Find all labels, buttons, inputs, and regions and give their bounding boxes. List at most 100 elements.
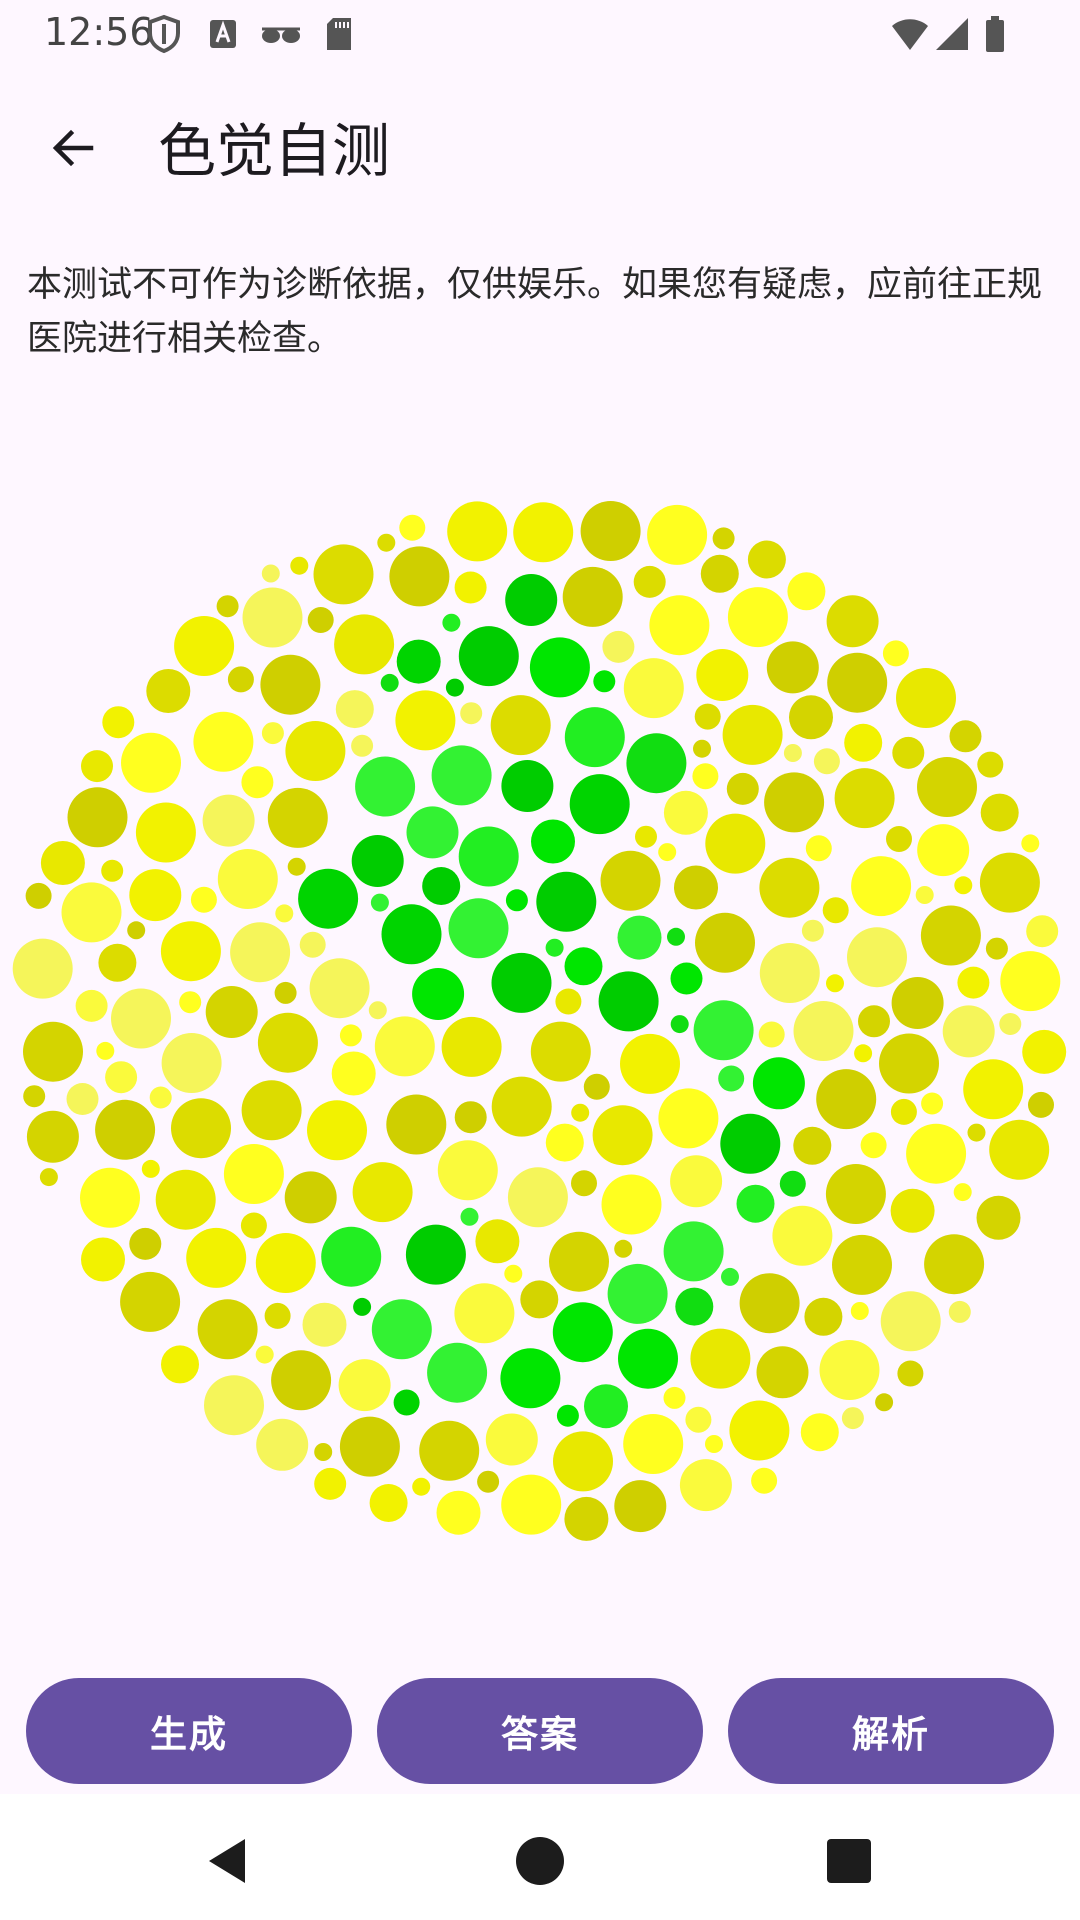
- plate-figure-dot: [607, 1263, 668, 1324]
- plate-background-dot: [351, 734, 374, 757]
- plate-background-dot: [696, 649, 749, 701]
- plate-background-dot: [602, 630, 635, 663]
- plate-background-dot: [436, 1490, 481, 1535]
- plate-background-dot: [674, 865, 718, 910]
- plate-background-dot: [816, 1069, 877, 1130]
- plate-figure-dot: [431, 745, 492, 806]
- plate-figure-dot: [393, 1389, 420, 1416]
- plate-background-dot: [264, 1302, 291, 1329]
- plate-background-dot: [369, 1484, 408, 1522]
- plate-background-dot: [890, 1188, 935, 1233]
- plate-figure-dot: [370, 893, 389, 912]
- plate-background-dot: [545, 1123, 584, 1162]
- plate-background-dot: [729, 1400, 790, 1461]
- plate-background-dot: [161, 1345, 199, 1384]
- plate-background-dot: [475, 1219, 520, 1264]
- plate-background-dot: [460, 702, 483, 725]
- plate-figure-dot: [552, 1302, 613, 1363]
- plate-background-dot: [860, 1132, 887, 1159]
- plate-background-dot: [985, 937, 1008, 960]
- explain-button[interactable]: 解析: [728, 1678, 1054, 1784]
- plate-background-dot: [826, 974, 844, 993]
- recents-square-icon: [827, 1839, 871, 1883]
- plate-background-dot: [614, 1239, 633, 1258]
- plate-background-dot: [121, 732, 181, 793]
- plate-background-dot: [614, 1480, 667, 1533]
- plate-figure-dot: [531, 819, 575, 864]
- plate-background-dot: [822, 897, 849, 924]
- nav-back-button[interactable]: [184, 1816, 274, 1906]
- plate-background-dot: [891, 977, 944, 1029]
- plate-background-dot: [81, 750, 113, 783]
- plate-background-dot: [240, 1212, 267, 1239]
- plate-background-dot: [513, 502, 574, 563]
- plate-background-dot: [747, 540, 786, 579]
- plate-background-dot: [979, 852, 1040, 913]
- plate-background-dot: [285, 721, 346, 781]
- plate-background-dot: [26, 1110, 79, 1163]
- plate-background-dot: [592, 1105, 653, 1166]
- plate-background-dot: [39, 1168, 58, 1187]
- plate-background-dot: [146, 669, 191, 713]
- plate-background-dot: [261, 722, 284, 745]
- plate-figure-dot: [598, 971, 659, 1032]
- plate-background-dot: [989, 1119, 1050, 1180]
- generate-button[interactable]: 生成: [26, 1678, 352, 1784]
- plate-background-dot: [980, 793, 1019, 832]
- plate-figure-dot: [458, 626, 519, 687]
- plate-background-dot: [890, 1098, 917, 1125]
- plate-background-dot: [66, 1083, 99, 1115]
- plate-figure-dot: [529, 637, 590, 698]
- plate-background-dot: [549, 1231, 609, 1292]
- plate-figure-dot: [569, 774, 630, 835]
- plate-background-dot: [67, 787, 128, 848]
- plate-background-dot: [832, 1234, 892, 1295]
- plate-background-dot: [953, 1183, 972, 1202]
- answer-button[interactable]: 答案: [377, 1678, 703, 1784]
- plate-background-dot: [879, 1033, 939, 1094]
- plate-figure-dot: [505, 574, 558, 626]
- plate-background-dot: [764, 772, 825, 833]
- plate-background-dot: [826, 595, 879, 648]
- plate-background-dot: [260, 654, 321, 715]
- plate-background-dot: [690, 1328, 751, 1389]
- plate-background-dot: [227, 666, 254, 693]
- plate-background-dot: [454, 1101, 487, 1134]
- plate-background-dot: [976, 1195, 1021, 1240]
- plate-background-dot: [917, 757, 977, 817]
- home-circle-icon: [516, 1837, 564, 1885]
- back-button[interactable]: [30, 105, 116, 191]
- plate-background-dot: [520, 1280, 559, 1319]
- plate-background-dot: [600, 850, 661, 911]
- nav-recents-button[interactable]: [804, 1816, 894, 1906]
- plate-background-dot: [374, 1016, 435, 1077]
- color-vision-plate: [0, 460, 1080, 1560]
- plate-background-dot: [275, 904, 294, 923]
- plate-figure-dot: [626, 733, 687, 794]
- plate-background-dot: [491, 1076, 552, 1137]
- plate-background-dot: [896, 668, 956, 728]
- plate-background-dot: [633, 565, 666, 598]
- plate-background-dot: [129, 1227, 162, 1260]
- plate-background-dot: [309, 958, 370, 1019]
- plate-background-dot: [712, 527, 735, 550]
- plate-background-dot: [441, 1016, 502, 1077]
- plate-background-dot: [313, 544, 374, 605]
- plate-background-dot: [223, 1144, 284, 1204]
- plate-figure-dot: [721, 1267, 739, 1286]
- sd-card-icon: [327, 18, 351, 50]
- plate-background-dot: [758, 1021, 785, 1048]
- plate-figure-dot: [693, 1000, 754, 1061]
- plate-background-dot: [261, 564, 280, 583]
- nav-home-button[interactable]: [495, 1816, 585, 1906]
- plate-background-dot: [649, 595, 710, 656]
- plate-figure-dot: [670, 962, 703, 995]
- plate-background-dot: [1000, 951, 1061, 1012]
- plate-background-dot: [23, 1085, 46, 1108]
- plate-background-dot: [193, 711, 254, 772]
- plate-background-dot: [338, 1359, 391, 1412]
- plate-background-dot: [751, 1467, 778, 1494]
- plate-background-dot: [772, 1205, 833, 1266]
- plate-background-dot: [389, 546, 450, 607]
- plate-background-dot: [81, 1237, 125, 1282]
